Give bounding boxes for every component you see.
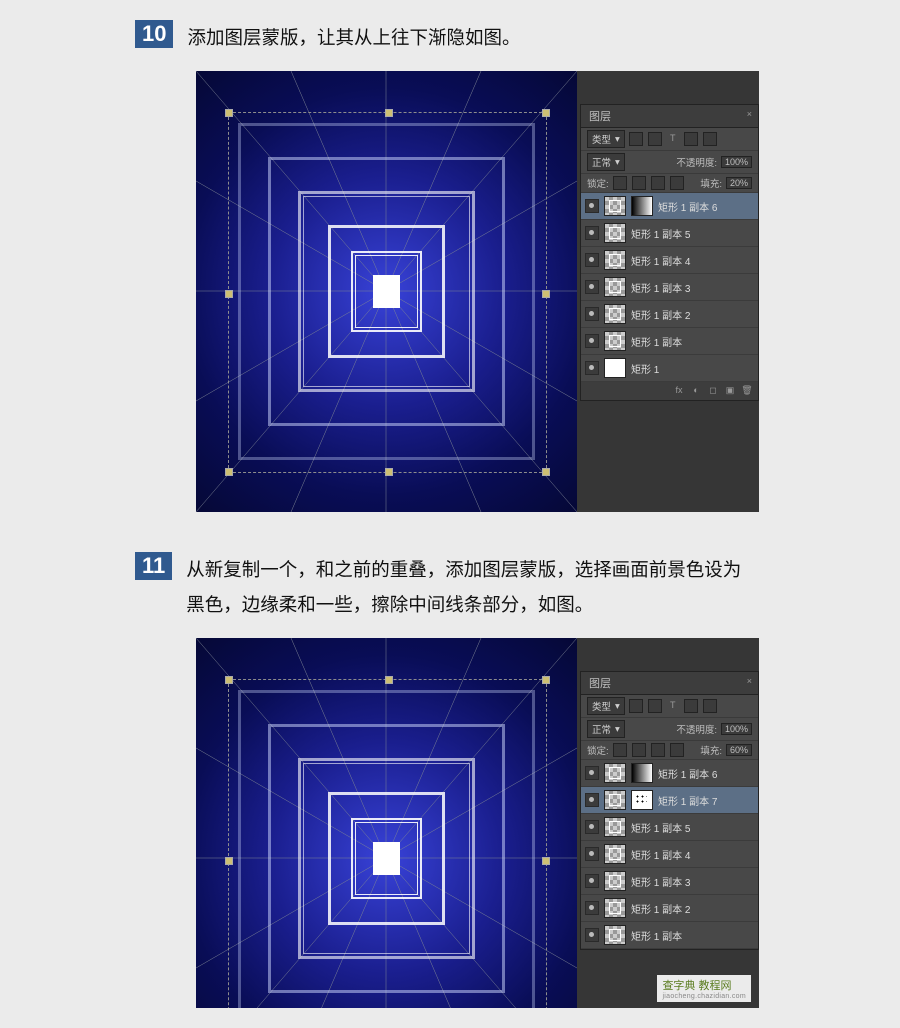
visibility-toggle[interactable]	[585, 793, 599, 807]
layer-row[interactable]: 矩形 1 副本 4	[581, 841, 758, 868]
lock-label: 锁定:	[587, 743, 609, 757]
layer-row[interactable]: 矩形 1 副本 3	[581, 274, 758, 301]
visibility-toggle[interactable]	[585, 199, 599, 213]
lock-label: 锁定:	[587, 176, 609, 190]
panel-title: 图层×	[581, 672, 758, 695]
layers-panel[interactable]: 图层× 类型 ▾ T 正常 ▾ 不透明度: 100% 锁定: 填充: 60% 矩…	[580, 671, 759, 950]
canvas	[196, 71, 577, 512]
layer-thumbnail[interactable]	[604, 790, 626, 810]
visibility-toggle[interactable]	[585, 253, 599, 267]
layer-name: 矩形 1 副本 2	[631, 307, 690, 322]
layers-list[interactable]: 矩形 1 副本 6 矩形 1 副本 5 矩形 1 副本 4 矩形 1 副本 3 矩形 1…	[581, 193, 758, 382]
close-icon[interactable]: ×	[747, 109, 752, 119]
step-number: 11	[135, 552, 172, 580]
layer-row[interactable]: 矩形 1 副本	[581, 922, 758, 949]
layers-panel[interactable]: 图层× 类型 ▾ T 正常 ▾ 不透明度: 100% 锁定: 填充: 20% 矩…	[580, 104, 759, 401]
illustration-10: 图层× 类型 ▾ T 正常 ▾ 不透明度: 100% 锁定: 填充: 20% 矩…	[196, 71, 759, 512]
layer-name: 矩形 1 副本 5	[631, 226, 690, 241]
layers-list[interactable]: 矩形 1 副本 6 矩形 1 副本 7 矩形 1 副本 5 矩形 1 副本 4 矩形 1…	[581, 760, 758, 949]
layer-row[interactable]: 矩形 1 副本 2	[581, 895, 758, 922]
canvas	[196, 638, 577, 1008]
layer-thumbnail[interactable]	[604, 250, 626, 270]
close-icon[interactable]: ×	[747, 676, 752, 686]
panel-title: 图层×	[581, 105, 758, 128]
visibility-toggle[interactable]	[585, 280, 599, 294]
layer-thumbnail[interactable]	[604, 817, 626, 837]
step-10: 10 添加图层蒙版，让其从上往下渐隐如图。	[0, 0, 900, 512]
visibility-toggle[interactable]	[585, 226, 599, 240]
layer-thumbnail[interactable]	[604, 277, 626, 297]
illustration-11: 图层× 类型 ▾ T 正常 ▾ 不透明度: 100% 锁定: 填充: 60% 矩…	[196, 638, 759, 1008]
layer-name: 矩形 1 副本 4	[631, 847, 690, 862]
step-text: 从新复制一个，和之前的重叠，添加图层蒙版，选择画面前景色设为黑色，边缘柔和一些，…	[186, 552, 746, 622]
step-text: 添加图层蒙版，让其从上往下渐隐如图。	[187, 20, 520, 55]
layer-mask-thumbnail[interactable]	[631, 763, 653, 783]
layer-row[interactable]: 矩形 1 副本 6	[581, 193, 758, 220]
transform-bounding-box	[228, 112, 547, 473]
layer-thumbnail[interactable]	[604, 925, 626, 945]
visibility-toggle[interactable]	[585, 334, 599, 348]
layer-thumbnail[interactable]	[604, 331, 626, 351]
fill-label: 填充:	[700, 176, 722, 190]
layer-name: 矩形 1 副本 3	[631, 874, 690, 889]
visibility-toggle[interactable]	[585, 820, 599, 834]
visibility-toggle[interactable]	[585, 901, 599, 915]
visibility-toggle[interactable]	[585, 928, 599, 942]
layer-row[interactable]: 矩形 1	[581, 355, 758, 382]
layer-row[interactable]: 矩形 1 副本 5	[581, 814, 758, 841]
layer-thumbnail[interactable]	[604, 898, 626, 918]
opacity-label: 不透明度:	[676, 155, 717, 169]
layer-row[interactable]: 矩形 1 副本	[581, 328, 758, 355]
fill-value[interactable]: 20%	[726, 177, 752, 189]
layer-mask-thumbnail[interactable]	[631, 790, 653, 810]
layer-row[interactable]: 矩形 1 副本 7	[581, 787, 758, 814]
visibility-toggle[interactable]	[585, 766, 599, 780]
layer-thumbnail[interactable]	[604, 844, 626, 864]
layer-name: 矩形 1 副本 3	[631, 280, 690, 295]
transform-bounding-box	[228, 679, 547, 1008]
kind-dropdown[interactable]: 类型 ▾	[587, 130, 625, 148]
layer-thumbnail[interactable]	[604, 871, 626, 891]
layer-name: 矩形 1 副本 2	[631, 901, 690, 916]
layer-row[interactable]: 矩形 1 副本 2	[581, 301, 758, 328]
layer-thumbnail[interactable]	[604, 763, 626, 783]
layer-name: 矩形 1 副本	[631, 928, 682, 943]
layer-name: 矩形 1 副本 6	[658, 199, 717, 214]
panel-footer: fx◐◻▣🗑	[581, 382, 758, 400]
layer-row[interactable]: 矩形 1 副本 6	[581, 760, 758, 787]
layer-thumbnail[interactable]	[604, 223, 626, 243]
layer-thumbnail[interactable]	[604, 304, 626, 324]
blend-mode-dropdown[interactable]: 正常 ▾	[587, 720, 625, 738]
layer-thumbnail[interactable]	[604, 196, 626, 216]
kind-dropdown[interactable]: 类型 ▾	[587, 697, 625, 715]
fill-label: 填充:	[700, 743, 722, 757]
visibility-toggle[interactable]	[585, 361, 599, 375]
layer-name: 矩形 1 副本 5	[631, 820, 690, 835]
layer-row[interactable]: 矩形 1 副本 4	[581, 247, 758, 274]
layer-name: 矩形 1 副本 4	[631, 253, 690, 268]
layer-row[interactable]: 矩形 1 副本 3	[581, 868, 758, 895]
layer-name: 矩形 1 副本 7	[658, 793, 717, 808]
step-11: 11 从新复制一个，和之前的重叠，添加图层蒙版，选择画面前景色设为黑色，边缘柔和…	[0, 532, 900, 1008]
blend-mode-dropdown[interactable]: 正常 ▾	[587, 153, 625, 171]
opacity-value[interactable]: 100%	[721, 156, 752, 168]
fill-value[interactable]: 60%	[726, 744, 752, 756]
layer-name: 矩形 1 副本 6	[658, 766, 717, 781]
layer-mask-thumbnail[interactable]	[631, 196, 653, 216]
step-number: 10	[135, 20, 173, 48]
opacity-value[interactable]: 100%	[721, 723, 752, 735]
watermark: 查字典 教程网jiaocheng.chazidian.com	[657, 975, 751, 1002]
opacity-label: 不透明度:	[676, 722, 717, 736]
layer-row[interactable]: 矩形 1 副本 5	[581, 220, 758, 247]
visibility-toggle[interactable]	[585, 307, 599, 321]
layer-name: 矩形 1	[631, 361, 659, 376]
visibility-toggle[interactable]	[585, 847, 599, 861]
visibility-toggle[interactable]	[585, 874, 599, 888]
layer-thumbnail[interactable]	[604, 358, 626, 378]
layer-name: 矩形 1 副本	[631, 334, 682, 349]
